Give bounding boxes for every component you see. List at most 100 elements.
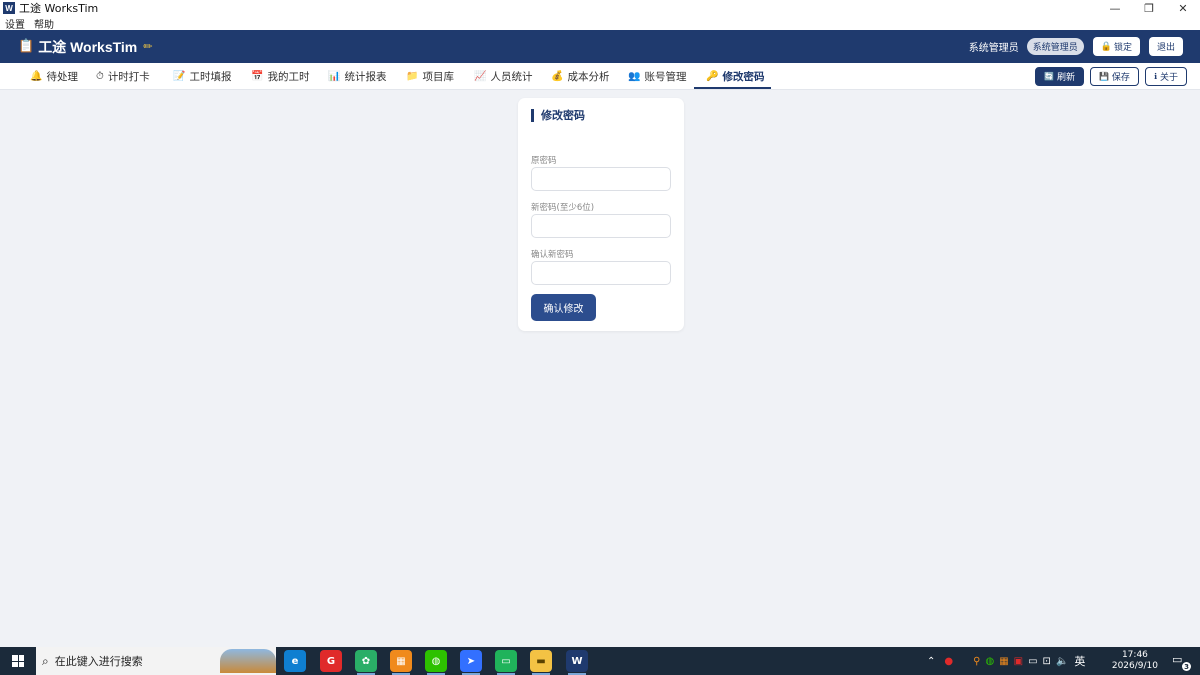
bar-chart-icon: 📊 (328, 71, 341, 82)
network-icon[interactable]: ⊡ (1043, 656, 1051, 667)
wps-icon[interactable]: G (320, 650, 342, 672)
active-tab-indicator (694, 87, 771, 89)
role-badge: 系统管理员 (1026, 38, 1084, 55)
new-password-input[interactable] (531, 214, 671, 238)
edge-icon[interactable]: e (284, 650, 306, 672)
money-bag-icon: 💰 (551, 71, 564, 82)
clock-date: 2026/9/10 (1111, 661, 1158, 671)
confirm-password-label: 确认新密码 (531, 250, 574, 260)
card-title: 修改密码 (531, 109, 585, 122)
lock-button[interactable]: 🔒 锁定 (1092, 37, 1140, 56)
tab-accounts[interactable]: 👥 账号管理 (628, 63, 686, 90)
old-password-label: 原密码 (531, 156, 557, 166)
system-tray: ⌃ ● ⚲ ◍ ▦ ▣ ▭ ⊡ 🔈 英 (927, 647, 1085, 675)
close-button[interactable]: ✕ (1166, 0, 1200, 16)
taskbar: ⌕ 在此键入进行搜索 e G ✿ ▦ ◍ ➤ ▭ ▬ W ⌃ ● ⚲ ◍ ▦ ▣… (0, 647, 1200, 675)
wechat-icon[interactable]: ◍ (425, 650, 447, 675)
info-icon: ℹ (1153, 72, 1157, 81)
lock-label: 锁定 (1113, 43, 1132, 53)
folder-icon: 📁 (406, 71, 419, 82)
tab-reports[interactable]: 📊 统计报表 (328, 63, 386, 90)
app-icon: W (3, 2, 15, 14)
refresh-button[interactable]: 🔄 刷新 (1034, 67, 1084, 86)
tab-pending[interactable]: 🔔 待处理 (30, 63, 78, 90)
start-button[interactable] (0, 647, 36, 675)
logout-label: 退出 (1156, 43, 1175, 53)
clock-time: 17:46 (1121, 650, 1148, 660)
feishu-icon[interactable]: ➤ (460, 650, 482, 675)
window-controls: — ❐ ✕ (1098, 0, 1200, 16)
window-titlebar: W 工途 WorksTim — ❐ ✕ (0, 0, 1200, 16)
brand: 📋 工途 WorksTim ✏ (18, 37, 152, 57)
tab-timer[interactable]: ⏱ 计时打卡 (96, 63, 150, 90)
menu-settings[interactable]: 设置 (5, 16, 25, 31)
notification-count: 3 (1182, 662, 1191, 671)
chevron-up-icon[interactable]: ⌃ (927, 656, 935, 667)
new-password-label: 新密码(至少6位) (531, 203, 595, 213)
tab-label: 人员统计 (490, 71, 533, 83)
about-label: 关于 (1159, 73, 1178, 83)
tray-wps-icon[interactable]: ● (944, 656, 953, 667)
tab-cost-analysis[interactable]: 💰 成本分析 (551, 63, 609, 90)
search-placeholder: 在此键入进行搜索 (54, 655, 143, 668)
save-icon: 💾 (1098, 72, 1109, 81)
window-title: 工途 WorksTim (19, 2, 99, 15)
ime-indicator[interactable]: 英 (1074, 653, 1085, 669)
lock-icon: 🔒 (1100, 41, 1112, 52)
save-button[interactable]: 💾 保存 (1089, 67, 1139, 86)
chart-up-icon: 📈 (474, 71, 487, 82)
tab-label: 修改密码 (722, 71, 765, 83)
orange-app-icon[interactable]: ▦ (390, 650, 412, 675)
battery-icon[interactable]: ▭ (1028, 656, 1037, 667)
menu-help[interactable]: 帮助 (34, 16, 54, 31)
confirm-password-input[interactable] (531, 261, 671, 285)
bell-icon: 🔔 (30, 71, 43, 82)
change-password-card: 修改密码 原密码 新密码(至少6位) 确认新密码 确认修改 (518, 98, 684, 331)
tab-label: 我的工时 (267, 71, 310, 83)
memo-icon: 📝 (173, 71, 186, 82)
calendar-icon: 📅 (251, 71, 264, 82)
tab-timesheet-entry[interactable]: 📝 工时填报 (173, 63, 231, 90)
menu-bar: 设置 帮助 (0, 16, 1200, 31)
toolbar: 🔄 刷新 💾 保存 ℹ 关于 (1029, 67, 1187, 86)
search-icon: ⌕ (42, 653, 49, 668)
clipboard-icon: 📋 (18, 39, 35, 54)
tab-label: 账号管理 (644, 71, 687, 83)
clock[interactable]: 17:46 2026/9/10 (1112, 650, 1158, 672)
windows-icon (12, 655, 24, 667)
tray-red-icon[interactable]: ▣ (1014, 656, 1023, 667)
restore-button[interactable]: ❐ (1132, 0, 1166, 16)
tab-label: 计时打卡 (107, 71, 150, 83)
tray-wechat-icon[interactable]: ◍ (985, 656, 994, 667)
users-icon: 👥 (628, 71, 641, 82)
refresh-label: 刷新 (1056, 73, 1075, 83)
confirm-change-button[interactable]: 确认修改 (531, 294, 596, 321)
workstim-icon[interactable]: W (566, 650, 588, 675)
chat-icon[interactable]: ▭ (495, 650, 517, 675)
tray-search-icon[interactable]: ⚲ (973, 656, 980, 667)
tab-label: 成本分析 (567, 71, 610, 83)
minimize-button[interactable]: — (1098, 0, 1132, 16)
tab-change-password[interactable]: 🔑 修改密码 (706, 63, 764, 90)
tab-my-hours[interactable]: 📅 我的工时 (251, 63, 309, 90)
file-explorer-icon[interactable]: ▬ (530, 650, 552, 675)
speech-bubble-icon: ▭ (1172, 653, 1183, 666)
tab-staff-stats[interactable]: 📈 人员统计 (474, 63, 532, 90)
notification-icon[interactable]: ▭ 3 (1172, 653, 1191, 671)
old-password-input[interactable] (531, 167, 671, 191)
wechat-work-icon[interactable]: ✿ (355, 650, 377, 675)
tab-label: 项目库 (422, 71, 454, 83)
app-header: 📋 工途 WorksTim ✏ 系统管理员 系统管理员 🔒 锁定 退出 (0, 30, 1200, 63)
volume-icon[interactable]: 🔈 (1056, 656, 1068, 667)
tab-projects[interactable]: 📁 项目库 (406, 63, 454, 90)
refresh-icon: 🔄 (1043, 72, 1054, 81)
tab-label: 统计报表 (344, 71, 387, 83)
taskbar-search[interactable]: ⌕ 在此键入进行搜索 (36, 647, 276, 675)
about-button[interactable]: ℹ 关于 (1144, 67, 1187, 86)
tray-orange-icon[interactable]: ▦ (999, 656, 1008, 667)
search-highlight-image (220, 649, 276, 673)
save-label: 保存 (1111, 73, 1130, 83)
logout-button[interactable]: 退出 (1148, 37, 1183, 56)
stopwatch-icon: ⏱ (96, 71, 104, 82)
brand-name: 工途 WorksTim (38, 38, 138, 55)
